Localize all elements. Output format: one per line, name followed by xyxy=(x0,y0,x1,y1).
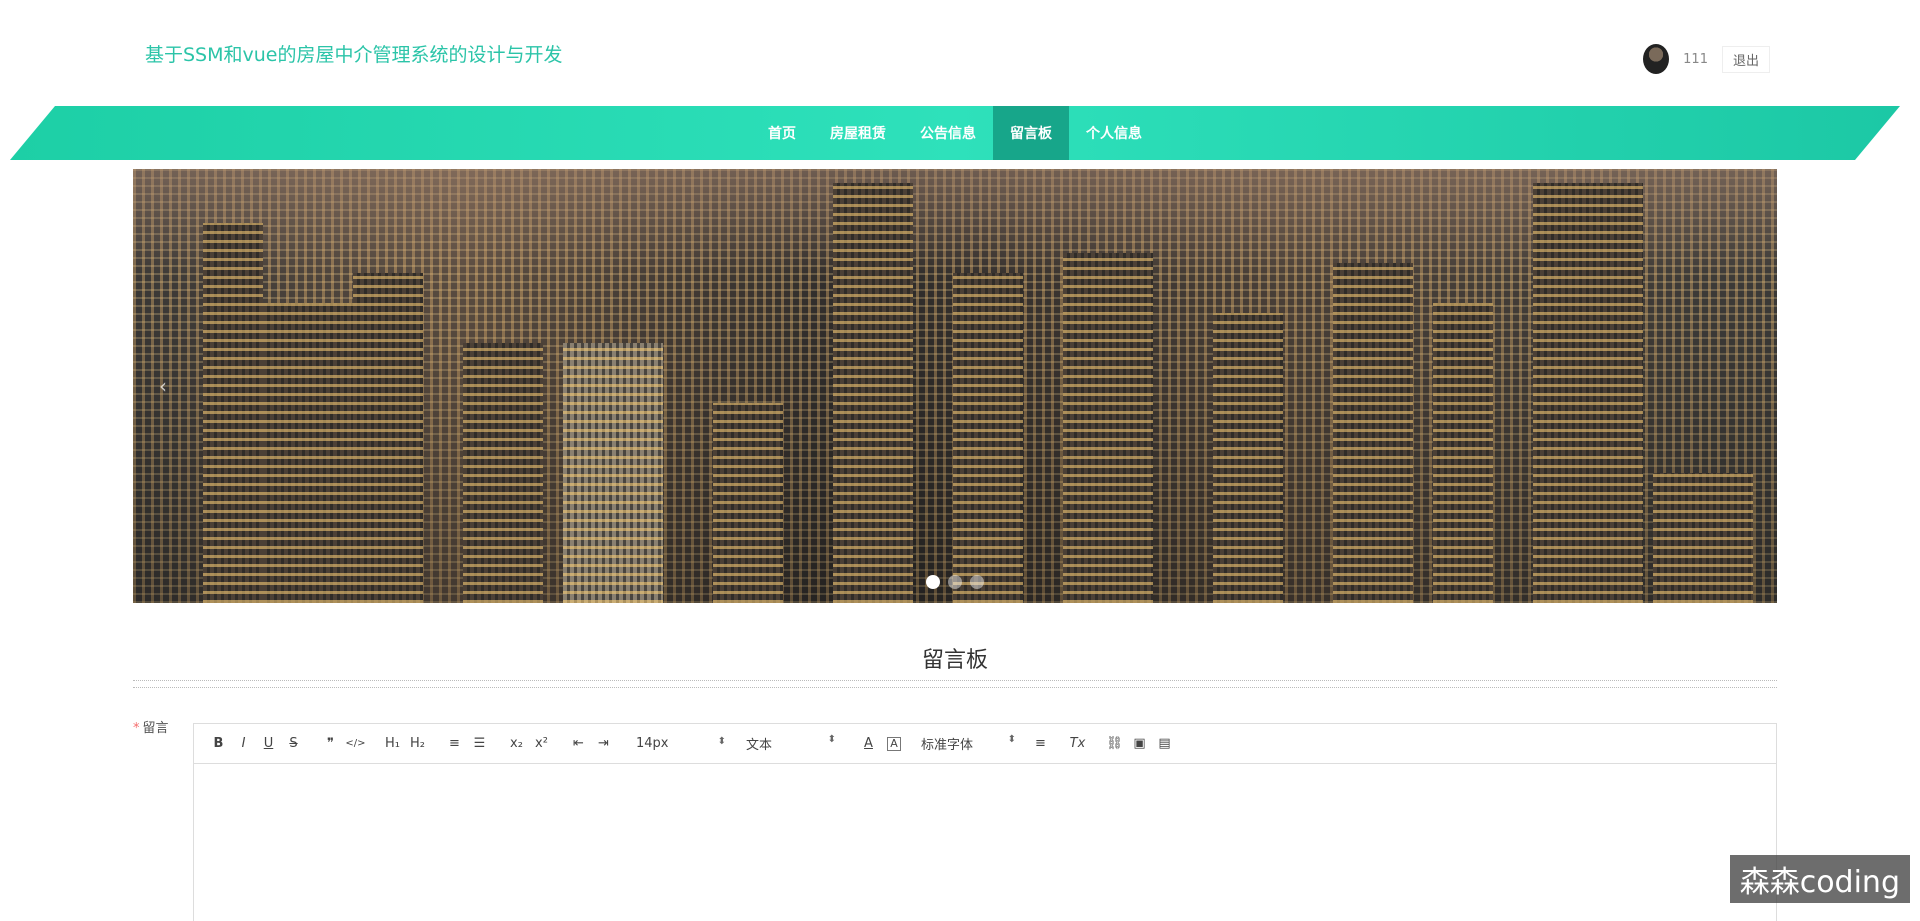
video-icon[interactable]: ▤ xyxy=(1152,736,1177,751)
italic-icon[interactable]: I xyxy=(231,736,256,751)
link-icon[interactable]: ⛓ xyxy=(1102,736,1127,751)
indent-icon[interactable]: ⇥ xyxy=(591,736,616,751)
user-area: 111 退出 xyxy=(1643,44,1770,74)
strikethrough-icon[interactable]: S xyxy=(281,736,306,751)
banner-building xyxy=(1063,253,1153,603)
site-title: 基于SSM和vue的房屋中介管理系统的设计与开发 xyxy=(145,44,563,66)
banner-carousel[interactable]: ‹ xyxy=(133,169,1777,603)
header-value: 文本 xyxy=(746,738,773,753)
editor-toolbar: B I U S ❞ </> H₁ H₂ ≡ ☰ x₂ x² ⇤ ⇥ 14px ⬍… xyxy=(194,724,1776,764)
banner-building xyxy=(563,343,663,603)
outdent-icon[interactable]: ⇤ xyxy=(566,736,591,751)
clean-format-icon[interactable]: Tx xyxy=(1065,736,1090,751)
carousel-prev-icon[interactable]: ‹ xyxy=(159,374,167,398)
main-nav: 首页 房屋租赁 公告信息 留言板 个人信息 xyxy=(10,106,1900,160)
chevron-updown-icon: ⬍ xyxy=(827,734,836,745)
code-block-icon[interactable]: </> xyxy=(343,738,368,749)
font-size-value: 14px xyxy=(636,736,669,751)
banner-building xyxy=(713,403,783,603)
message-editor[interactable]: B I U S ❞ </> H₁ H₂ ≡ ☰ x₂ x² ⇤ ⇥ 14px ⬍… xyxy=(193,723,1777,921)
avatar[interactable] xyxy=(1643,44,1670,74)
nav-item-home[interactable]: 首页 xyxy=(751,106,813,160)
banner-building xyxy=(353,273,423,603)
banner-building xyxy=(1213,313,1283,603)
background-color-icon[interactable]: A xyxy=(887,736,901,751)
superscript-icon[interactable]: x² xyxy=(529,736,554,751)
header-select[interactable]: 文本 ⬍ xyxy=(746,734,836,753)
banner-building xyxy=(953,273,1023,603)
nav-item-message-board[interactable]: 留言板 xyxy=(993,106,1069,160)
header-1-icon[interactable]: H₁ xyxy=(380,736,405,751)
message-label: * 留言 xyxy=(133,717,169,736)
bold-icon[interactable]: B xyxy=(206,736,231,751)
chevron-updown-icon: ⬍ xyxy=(717,736,726,747)
carousel-dot[interactable] xyxy=(970,575,984,589)
underline-icon[interactable]: U xyxy=(256,736,281,751)
bullet-list-icon[interactable]: ☰ xyxy=(467,736,492,751)
font-color-icon[interactable]: A xyxy=(856,736,881,751)
banner-building xyxy=(1653,473,1753,603)
banner-building xyxy=(1333,263,1413,603)
carousel-indicators xyxy=(926,575,984,589)
message-label-text: 留言 xyxy=(142,721,169,736)
page-title: 留言板 xyxy=(921,648,988,673)
align-icon[interactable]: ≡ xyxy=(1028,736,1053,751)
ordered-list-icon[interactable]: ≡ xyxy=(442,736,467,751)
banner-building xyxy=(463,343,543,603)
nav-item-personal-info[interactable]: 个人信息 xyxy=(1069,106,1159,160)
blockquote-icon[interactable]: ❞ xyxy=(318,736,343,751)
carousel-dot[interactable] xyxy=(948,575,962,589)
banner-building xyxy=(263,303,353,603)
font-family-value: 标准字体 xyxy=(921,738,974,753)
subscript-icon[interactable]: x₂ xyxy=(504,736,529,751)
nav-item-house-rental[interactable]: 房屋租赁 xyxy=(813,106,903,160)
banner-building xyxy=(1433,303,1493,603)
username: 111 xyxy=(1683,51,1708,67)
banner-building xyxy=(1533,183,1643,603)
chevron-updown-icon: ⬍ xyxy=(1007,734,1016,745)
font-family-select[interactable]: 标准字体 ⬍ xyxy=(921,734,1016,753)
nav-item-announcements[interactable]: 公告信息 xyxy=(903,106,993,160)
required-mark: * xyxy=(133,721,140,736)
banner-building xyxy=(833,183,913,603)
font-size-select[interactable]: 14px ⬍ xyxy=(636,736,726,751)
logout-button[interactable]: 退出 xyxy=(1721,45,1770,73)
watermark: 森森coding xyxy=(1729,855,1910,903)
section-divider xyxy=(133,680,1777,688)
header-2-icon[interactable]: H₂ xyxy=(405,736,430,751)
banner-building xyxy=(203,223,263,603)
carousel-dot[interactable] xyxy=(926,575,940,589)
image-icon[interactable]: ▣ xyxy=(1127,736,1152,751)
